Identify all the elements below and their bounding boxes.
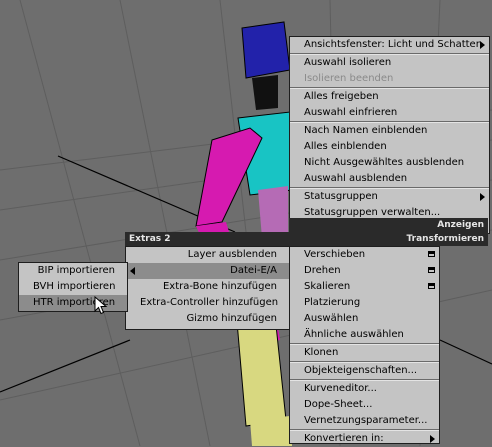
menu-item-extra-controller[interactable]: Extra-Controller hinzufügen [126,295,289,311]
menu-item-dope-sheet[interactable]: Dope-Sheet... [290,397,439,413]
menu-item-klonen[interactable]: Klonen [290,345,439,361]
menu-item-datei-ea[interactable]: Datei-E/A [126,263,289,279]
submenu-datei-ea: BIP importieren BVH importieren HTR impo… [18,262,128,312]
menu-item-label: Skalieren [304,281,351,292]
menu-item-label: Konvertieren in: [304,433,384,444]
quad-transformieren: Verschieben Drehen Skalieren Platzierung… [289,246,440,444]
window-icon[interactable] [428,283,435,289]
menu-item-auswaehlen[interactable]: Auswählen [290,311,439,327]
menu-item-alles-freigeben[interactable]: Alles freigeben [290,89,489,105]
menu-item-label: Verschieben [304,249,366,260]
menu-item-bip-importieren[interactable]: BIP importieren [19,263,127,279]
menu-item-gizmo-hinzufuegen[interactable]: Gizmo hinzufügen [126,311,289,327]
submenu-arrow-icon [480,193,485,201]
quad-title-anzeigen: Anzeigen [289,218,488,232]
menu-item-label: Drehen [304,265,341,276]
menu-item-drehen[interactable]: Drehen [290,263,439,279]
menu-item-aehnliche-auswaehlen[interactable]: Ähnliche auswählen [290,327,439,343]
quad-extras-2: Layer ausblenden Datei-E/A Extra-Bone hi… [125,246,290,330]
menu-item-label: Ansichtsfenster: Licht und Schatten [304,39,483,50]
menu-item-alles-einblenden[interactable]: Alles einblenden [290,139,489,155]
menu-item-licht-schatten[interactable]: Ansichtsfenster: Licht und Schatten [290,37,489,53]
window-icon[interactable] [428,251,435,257]
menu-item-konvertieren-in[interactable]: Konvertieren in: [290,431,439,447]
submenu-arrow-icon [430,435,435,443]
quad-title-transformieren: Transformieren [289,232,488,246]
menu-item-kurveneditor[interactable]: Kurveneditor... [290,381,439,397]
mouse-cursor-icon [94,296,108,315]
menu-item-isolieren-beenden: Isolieren beenden [304,73,394,84]
menu-item-bvh-importieren[interactable]: BVH importieren [19,279,127,295]
menu-item-label: Statusgruppen [304,191,378,202]
menu-item-nach-namen-einblenden[interactable]: Nach Namen einblenden [290,123,489,139]
menu-item-auswahl-isolieren[interactable]: Auswahl isolieren [290,55,489,71]
menu-item-layer-ausblenden[interactable]: Layer ausblenden [126,247,289,263]
window-icon[interactable] [428,267,435,273]
menu-item-statusgruppen[interactable]: Statusgruppen [290,189,489,205]
quad-title-extras-2: Extras 2 [125,232,289,246]
menu-item-label: Datei-E/A [230,265,277,276]
menu-item-platzierung[interactable]: Platzierung [290,295,439,311]
menu-item-vernetzungsparameter[interactable]: Vernetzungsparameter... [290,413,439,429]
quad-anzeigen: Ansichtsfenster: Licht und Schatten Ausw… [289,36,490,234]
menu-item-htr-importieren[interactable]: HTR importieren [19,295,127,311]
menu-item-auswahl-einfrieren[interactable]: Auswahl einfrieren [290,105,489,121]
menu-item-verschieben[interactable]: Verschieben [290,247,439,263]
submenu-arrow-icon [480,41,485,49]
menu-item-nicht-ausgewaehltes-ausblenden[interactable]: Nicht Ausgewähltes ausblenden [290,155,489,171]
menu-item-objekteigenschaften[interactable]: Objekteigenschaften... [290,363,439,379]
menu-item-auswahl-ausblenden[interactable]: Auswahl ausblenden [290,171,489,187]
menu-item-skalieren[interactable]: Skalieren [290,279,439,295]
submenu-arrow-icon [130,267,135,275]
menu-item-extra-bone[interactable]: Extra-Bone hinzufügen [126,279,289,295]
